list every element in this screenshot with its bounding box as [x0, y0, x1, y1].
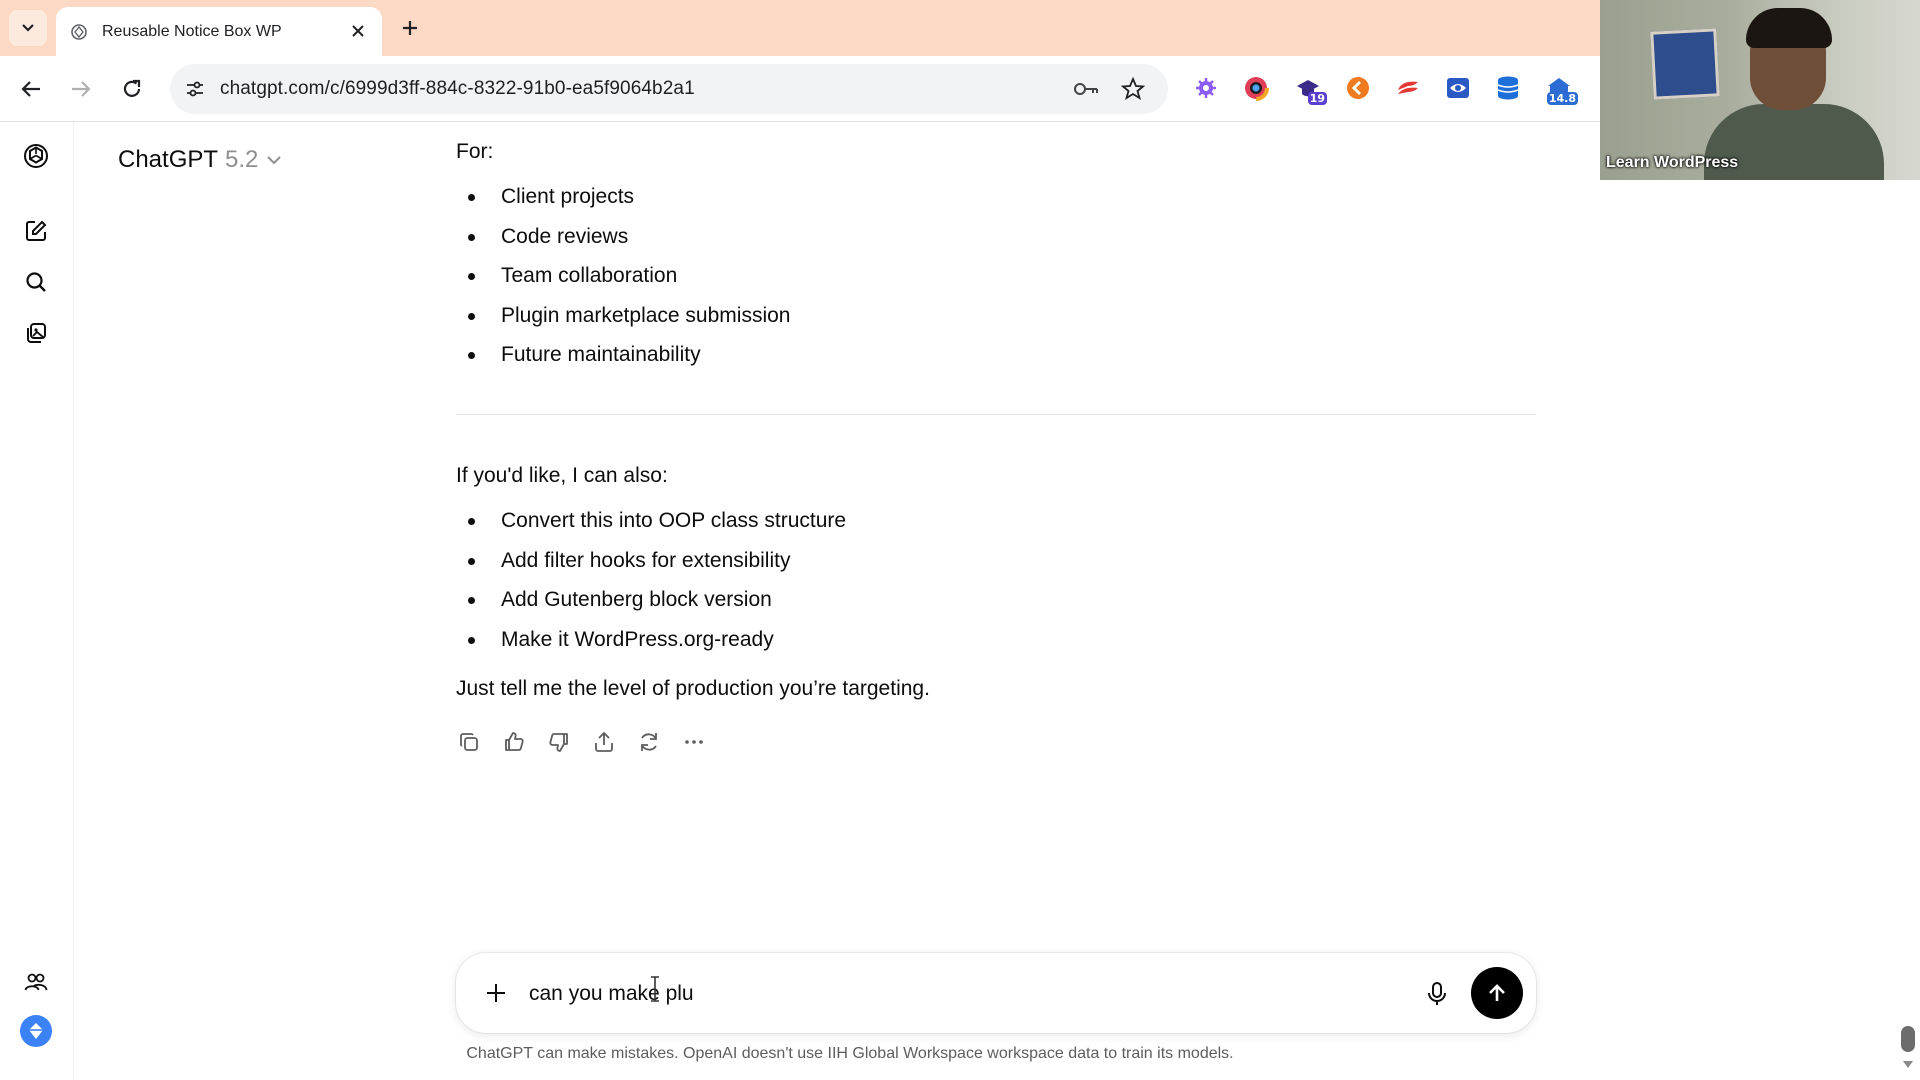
arrow-right-icon [72, 81, 91, 97]
disclaimer: ChatGPT can make mistakes. OpenAI doesn'… [0, 1045, 1920, 1063]
tab-search-dropdown-button[interactable] [9, 10, 47, 46]
workspace-members-icon[interactable] [22, 968, 50, 996]
webcam-label: Learn WordPress [1606, 154, 1739, 171]
arrow-up-icon [1489, 984, 1505, 1001]
prompt-input[interactable] [529, 977, 1329, 1011]
browser-toolbar: chatgpt.com/c/6999d3ff-884c-8322-91b0-ea… [0, 56, 1600, 122]
search-icon[interactable] [22, 268, 50, 296]
message-paragraph: For: [456, 140, 494, 163]
password-key-icon[interactable] [1072, 78, 1100, 100]
list-item: Team collaboration [456, 262, 790, 302]
extension-color-picker-icon[interactable] [1241, 73, 1271, 103]
list-item: Make it WordPress.org-ready [456, 626, 846, 666]
model-selector[interactable]: ChatGPT 5.2 [118, 146, 282, 174]
attach-plus-icon[interactable] [482, 979, 510, 1007]
disclaimer-text: ChatGPT can make mistakes. OpenAI doesn'… [466, 1045, 1234, 1062]
chevron-down-icon [266, 155, 282, 165]
new-chat-icon[interactable] [22, 217, 50, 245]
list-item: Code reviews [456, 223, 790, 263]
scroll-down-arrow-icon[interactable] [1902, 1058, 1914, 1070]
list-item: Plugin marketplace submission [456, 302, 790, 342]
bullet-list: Client projects Code reviews Team collab… [456, 183, 790, 381]
extension-badge-value: 14.8 [1546, 92, 1578, 105]
share-icon[interactable] [591, 729, 617, 755]
microphone-icon[interactable] [1423, 979, 1451, 1009]
back-button[interactable] [16, 74, 46, 104]
list-item: Future maintainability [456, 341, 790, 381]
message-actions [456, 729, 707, 755]
list-item: Add Gutenberg block version [456, 586, 846, 626]
forward-button[interactable] [66, 74, 96, 104]
list-item: Client projects [456, 183, 790, 223]
text-cursor-icon [651, 976, 659, 1002]
bookmark-star-icon[interactable] [1120, 76, 1146, 102]
arrow-left-icon [21, 81, 40, 97]
tab-close-icon[interactable] [348, 21, 368, 41]
thumbs-down-icon[interactable] [546, 729, 572, 755]
regenerate-icon[interactable] [636, 729, 662, 755]
extension-notifications-icon[interactable]: 19 [1293, 73, 1327, 105]
openai-logo-icon[interactable] [22, 142, 50, 170]
wall-poster [1650, 28, 1720, 100]
more-icon[interactable] [681, 729, 707, 755]
scrollbar-thumb[interactable] [1901, 1026, 1915, 1052]
message-paragraph: Just tell me the level of production you… [456, 677, 930, 700]
reload-button[interactable] [117, 74, 147, 104]
address-bar[interactable]: chatgpt.com/c/6999d3ff-884c-8322-91b0-ea… [170, 64, 1168, 114]
bullet-list: Convert this into OOP class structure Ad… [456, 507, 846, 665]
webcam-overlay: Learn WordPress [1600, 0, 1920, 180]
tab-title: Reusable Notice Box WP [102, 22, 282, 40]
chat-composer [456, 953, 1536, 1033]
new-tab-button[interactable] [396, 14, 424, 42]
reload-icon [123, 79, 141, 97]
copy-icon[interactable] [456, 729, 482, 755]
url-text: chatgpt.com/c/6999d3ff-884c-8322-91b0-ea… [220, 78, 695, 99]
horizontal-rule [456, 414, 1536, 415]
list-item: Convert this into OOP class structure [456, 507, 846, 547]
extension-eye-icon[interactable] [1443, 73, 1473, 103]
extension-red-icon[interactable] [1393, 73, 1423, 103]
thumbs-up-icon[interactable] [501, 729, 527, 755]
extension-badge-count: 19 [1307, 92, 1327, 105]
extension-coins-icon[interactable]: 14.8 [1544, 73, 1578, 105]
site-settings-icon[interactable] [182, 77, 208, 101]
model-version: 5.2 [225, 146, 259, 173]
plus-icon [403, 21, 417, 35]
message-paragraph: If you'd like, I can also: [456, 464, 668, 487]
list-item: Add filter hooks for extensibility [456, 547, 846, 587]
extension-gear-icon[interactable] [1191, 73, 1221, 103]
sidebar [0, 122, 74, 1080]
library-icon[interactable] [22, 319, 50, 347]
extension-orange-icon[interactable] [1343, 73, 1373, 103]
tab-active[interactable]: Reusable Notice Box WP [56, 7, 382, 56]
extension-database-icon[interactable] [1493, 73, 1523, 103]
send-button[interactable] [1471, 967, 1523, 1019]
openai-favicon-icon [70, 23, 88, 41]
chevron-down-icon [22, 24, 34, 32]
upgrade-plan-icon[interactable] [19, 1014, 53, 1048]
browser-tab-strip: Reusable Notice Box WP [0, 0, 1600, 56]
model-name: ChatGPT [118, 146, 219, 173]
